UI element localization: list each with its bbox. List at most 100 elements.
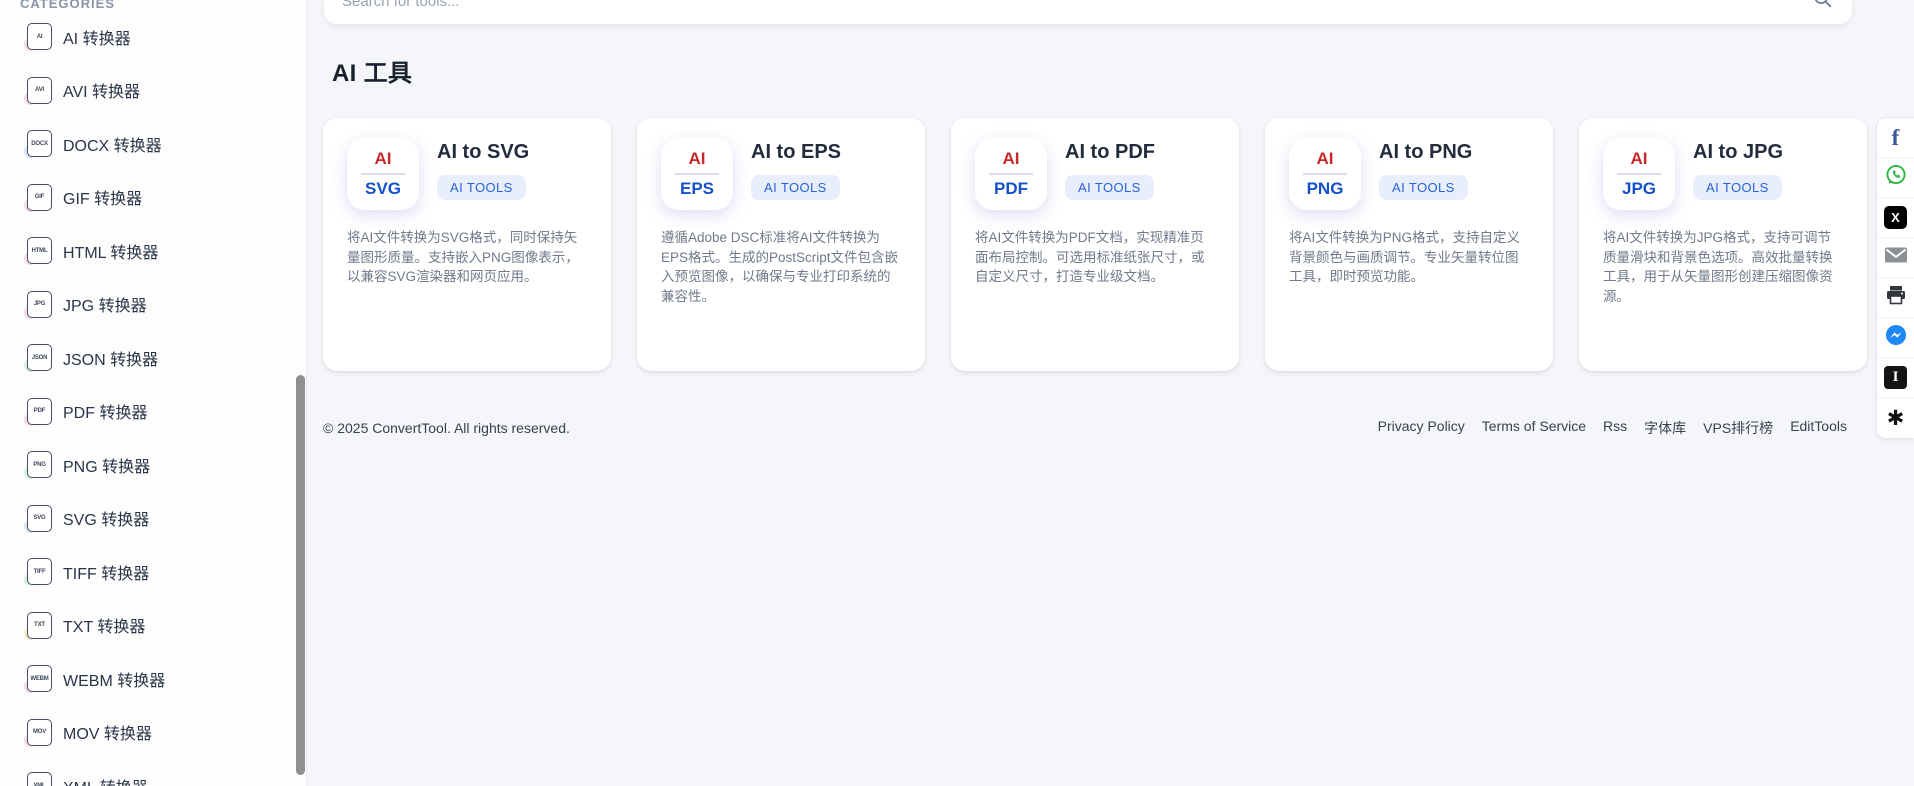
card-title: AI to PDF xyxy=(1065,141,1155,164)
tile-divider xyxy=(1617,173,1661,175)
footer-link-privacy-policy[interactable]: Privacy Policy xyxy=(1378,418,1465,438)
sidebar-item-label: JSON 转换器 xyxy=(63,346,158,370)
x-twitter-share-button[interactable]: X xyxy=(1877,198,1914,238)
sidebar-item-json[interactable]: JSON JSON 转换器 xyxy=(0,331,306,385)
sidebar-item-label: AI 转换器 xyxy=(63,25,131,49)
sidebar-item-mov[interactable]: MOV MOV 转换器 xyxy=(0,706,306,760)
messenger-icon xyxy=(1884,323,1908,352)
more-share-button[interactable]: ✱ xyxy=(1877,398,1914,438)
tool-card-ai-to-svg[interactable]: AI SVG AI to SVG AI TOOLS 将AI文件转换为SVG格式，… xyxy=(323,118,611,371)
card-category-badge: AI TOOLS xyxy=(1379,175,1468,200)
file-type-icon: AVI xyxy=(27,77,52,104)
more-share-icon: ✱ xyxy=(1887,408,1905,429)
footer-link-terms-of-service[interactable]: Terms of Service xyxy=(1482,418,1586,438)
conversion-tile-icon: AI JPG xyxy=(1603,138,1675,210)
sidebar-item-ai[interactable]: AI AI 转换器 xyxy=(0,10,306,64)
tile-divider xyxy=(361,173,405,175)
file-type-icon: XML xyxy=(27,772,52,786)
card-category-badge: AI TOOLS xyxy=(751,175,840,200)
sidebar-item-label: GIF 转换器 xyxy=(63,185,142,209)
instapaper-share-button[interactable]: I xyxy=(1877,358,1914,398)
tool-card-ai-to-pdf[interactable]: AI PDF AI to PDF AI TOOLS 将AI文件转换为PDF文档，… xyxy=(951,118,1239,371)
facebook-icon: f xyxy=(1892,125,1900,151)
tool-cards-row: AI SVG AI to SVG AI TOOLS 将AI文件转换为SVG格式，… xyxy=(323,118,1867,371)
sidebar-item-label: WEBM 转换器 xyxy=(63,667,165,691)
sidebar-item-tiff[interactable]: TIFF TIFF 转换器 xyxy=(0,545,306,599)
sidebar-item-label: PNG 转换器 xyxy=(63,453,150,477)
file-type-icon: SVG xyxy=(27,505,52,532)
sidebar-item-jpg[interactable]: JPG JPG 转换器 xyxy=(0,278,306,332)
copyright-text: © 2025 ConvertTool. All rights reserved. xyxy=(323,420,570,436)
sidebar-item-label: HTML 转换器 xyxy=(63,239,158,263)
x-twitter-icon: X xyxy=(1884,206,1907,229)
search-icon[interactable] xyxy=(1812,0,1834,15)
conversion-tile-icon: AI SVG xyxy=(347,138,419,210)
whatsapp-share-button[interactable] xyxy=(1877,158,1914,198)
card-title: AI to JPG xyxy=(1693,141,1783,164)
file-type-icon: TIFF xyxy=(27,558,52,585)
card-title: AI to PNG xyxy=(1379,141,1472,164)
facebook-share-button[interactable]: f xyxy=(1877,118,1914,158)
sidebar-item-label: XML 转换器 xyxy=(63,774,148,786)
sidebar-item-label: DOCX 转换器 xyxy=(63,132,162,156)
card-category-badge: AI TOOLS xyxy=(1065,175,1154,200)
card-description: 将AI文件转换为JPG格式，支持可调节质量滑块和背景色选项。高效批量转换工具，用… xyxy=(1603,228,1843,306)
instapaper-icon: I xyxy=(1884,366,1907,389)
sidebar-item-txt[interactable]: TXT TXT 转换器 xyxy=(0,599,306,653)
main-content: AI 工具 AI SVG AI to SVG AI TOOLS 将AI文件转换为… xyxy=(308,0,1914,786)
messenger-share-button[interactable] xyxy=(1877,318,1914,358)
conversion-tile-icon: AI PNG xyxy=(1289,138,1361,210)
tool-card-ai-to-png[interactable]: AI PNG AI to PNG AI TOOLS 将AI文件转换为PNG格式，… xyxy=(1265,118,1553,371)
footer-link-edittools[interactable]: EditTools xyxy=(1790,418,1847,438)
conversion-tile-icon: AI PDF xyxy=(975,138,1047,210)
footer-link-font-library[interactable]: 字体库 xyxy=(1644,418,1686,438)
sidebar-scrollbar-thumb[interactable] xyxy=(296,375,305,775)
card-title: AI to EPS xyxy=(751,141,841,164)
sidebar-item-svg[interactable]: SVG SVG 转换器 xyxy=(0,492,306,546)
conversion-tile-icon: AI EPS xyxy=(661,138,733,210)
tile-divider xyxy=(675,173,719,175)
sidebar-item-xml[interactable]: XML XML 转换器 xyxy=(0,759,306,786)
file-type-icon: JSON xyxy=(27,344,52,371)
sidebar-item-label: MOV 转换器 xyxy=(63,720,152,744)
tile-divider xyxy=(1303,173,1347,175)
page-title: AI 工具 xyxy=(332,53,412,88)
email-icon xyxy=(1884,243,1908,272)
card-description: 将AI文件转换为PNG格式，支持自定义背景颜色与画质调节。专业矢量转位图工具，即… xyxy=(1289,228,1529,287)
search-input[interactable] xyxy=(342,0,1812,10)
sidebar-item-gif[interactable]: GIF GIF 转换器 xyxy=(0,171,306,225)
file-type-icon: DOCX xyxy=(27,130,52,157)
categories-sidebar: CATEGORIES AI AI 转换器 AVI AVI 转换器 DOCX DO… xyxy=(0,0,307,786)
footer-link-rss[interactable]: Rss xyxy=(1603,418,1627,438)
file-type-icon: PDF xyxy=(27,398,52,425)
sidebar-item-label: PDF 转换器 xyxy=(63,399,147,423)
sidebar-item-label: SVG 转换器 xyxy=(63,506,149,530)
sidebar-item-webm[interactable]: WEBM WEBM 转换器 xyxy=(0,652,306,706)
tool-card-ai-to-jpg[interactable]: AI JPG AI to JPG AI TOOLS 将AI文件转换为JPG格式，… xyxy=(1579,118,1867,371)
tool-card-ai-to-eps[interactable]: AI EPS AI to EPS AI TOOLS 遵循Adobe DSC标准将… xyxy=(637,118,925,371)
print-share-button[interactable] xyxy=(1877,278,1914,318)
social-share-strip: f X xyxy=(1876,117,1914,439)
footer-link-vps-ranking[interactable]: VPS排行榜 xyxy=(1703,418,1773,438)
sidebar-item-html[interactable]: HTML HTML 转换器 xyxy=(0,224,306,278)
sidebar-item-png[interactable]: PNG PNG 转换器 xyxy=(0,438,306,492)
card-description: 将AI文件转换为SVG格式，同时保持矢量图形质量。支持嵌入PNG图像表示，以兼容… xyxy=(347,228,587,287)
footer-links: Privacy Policy Terms of Service Rss 字体库 … xyxy=(1378,418,1847,438)
sidebar-item-docx[interactable]: DOCX DOCX 转换器 xyxy=(0,117,306,171)
sidebar-item-label: TXT 转换器 xyxy=(63,613,145,637)
file-type-icon: WEBM xyxy=(27,665,52,692)
page-footer: © 2025 ConvertTool. All rights reserved.… xyxy=(323,418,1847,438)
sidebar-item-label: JPG 转换器 xyxy=(63,292,147,316)
card-description: 将AI文件转换为PDF文档，实现精准页面布局控制。可选用标准纸张尺寸，或自定义尺… xyxy=(975,228,1215,287)
sidebar-item-pdf[interactable]: PDF PDF 转换器 xyxy=(0,385,306,439)
sidebar-item-label: TIFF 转换器 xyxy=(63,560,149,584)
print-icon xyxy=(1884,283,1908,312)
email-share-button[interactable] xyxy=(1877,238,1914,278)
card-description: 遵循Adobe DSC标准将AI文件转换为EPS格式。生成的PostScript… xyxy=(661,228,901,306)
tile-divider xyxy=(989,173,1033,175)
file-type-icon: JPG xyxy=(27,291,52,318)
card-title: AI to SVG xyxy=(437,141,529,164)
file-type-icon: PNG xyxy=(27,451,52,478)
file-type-icon: AI xyxy=(27,23,52,50)
sidebar-item-avi[interactable]: AVI AVI 转换器 xyxy=(0,64,306,118)
